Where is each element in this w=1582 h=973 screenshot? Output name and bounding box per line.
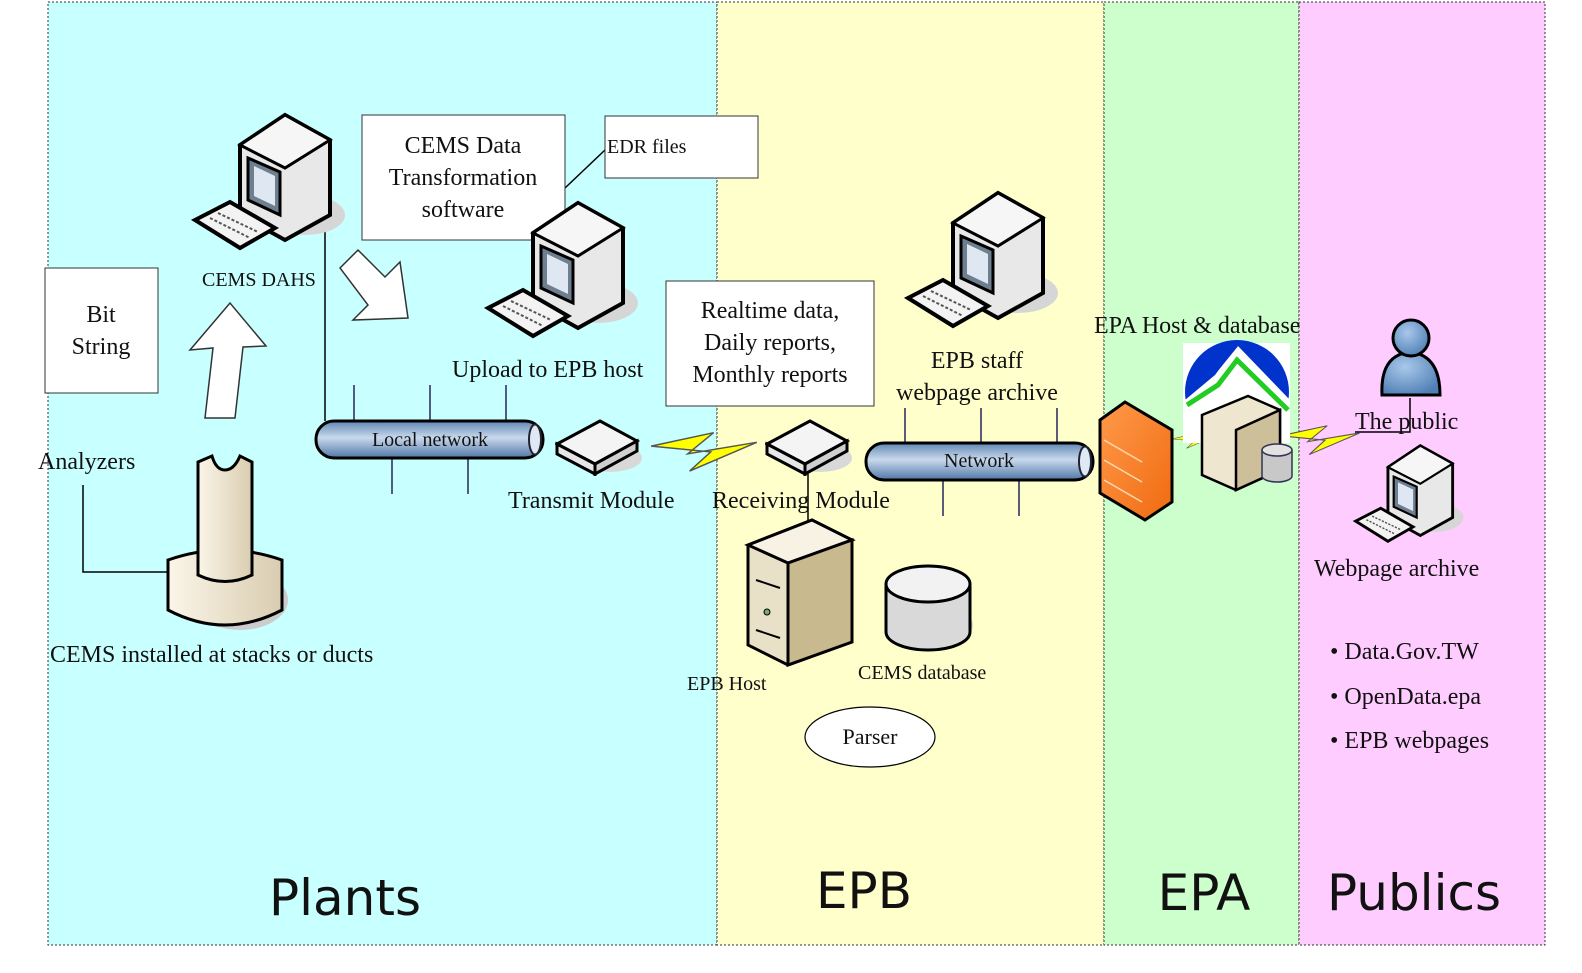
bit-string-line2: String [72,334,131,360]
cems-installed-label: CEMS installed at stacks or ducts [50,642,373,668]
epa-host-label: EPA Host & database [1094,313,1300,339]
the-public-label: The public [1355,409,1458,435]
database-icon [884,564,973,652]
zone-title-plants: Plants [269,869,421,927]
reports-line3: Monthly reports [692,362,847,388]
svg-text:• OpenData.epa: • OpenData.epa [1330,684,1481,710]
upload-label: Upload to EPB host [452,357,644,383]
diagram-canvas: Bit String CEMS Data Transformation soft… [38,1,1546,946]
transformation-line1: CEMS Data [405,133,522,159]
network-label: Network [944,450,1014,472]
edr-files-label: EDR files [607,136,687,158]
receiving-module-label: Receiving Module [712,488,890,514]
transformation-line2: Transformation [389,165,537,191]
bullet-item: EPB webpages [1344,728,1489,754]
local-network-label: Local network [372,429,488,451]
bit-string-box [44,267,159,394]
publics-bullet-list: • Data.Gov.TW • OpenData.epa • EPB webpa… [1330,639,1489,754]
transmit-module-label: Transmit Module [508,488,674,514]
svg-text:• Data.Gov.TW: • Data.Gov.TW [1330,639,1479,665]
staff-archive-line1: EPB staff [931,348,1023,374]
bullet-item: Data.Gov.TW [1344,639,1479,665]
svg-text:• EPB webpages: • EPB webpages [1330,728,1489,754]
staff-archive-line2: webpage archive [896,380,1058,406]
cems-dahs-label: CEMS DAHS [202,269,316,291]
bullet-item: OpenData.epa [1344,684,1481,710]
transformation-line3: software [422,197,505,223]
analyzers-label: Analyzers [38,449,135,475]
cems-data-flow-diagram: Bit String CEMS Data Transformation soft… [0,0,1582,973]
reports-line1: Realtime data, [701,298,840,324]
reports-line2: Daily reports, [704,330,836,356]
parser-label: Parser [843,724,899,749]
epb-host-label: EPB Host [687,673,767,695]
zone-title-epa: EPA [1158,864,1251,922]
cems-database-label: CEMS database [858,662,986,684]
zone-title-publics: Publics [1327,864,1501,922]
server-icon [744,518,856,668]
epa-database-icon [1261,443,1293,483]
zone-title-epb: EPB [816,862,912,920]
webpage-archive-label: Webpage archive [1314,556,1479,582]
bit-string-line1: Bit [86,302,116,328]
